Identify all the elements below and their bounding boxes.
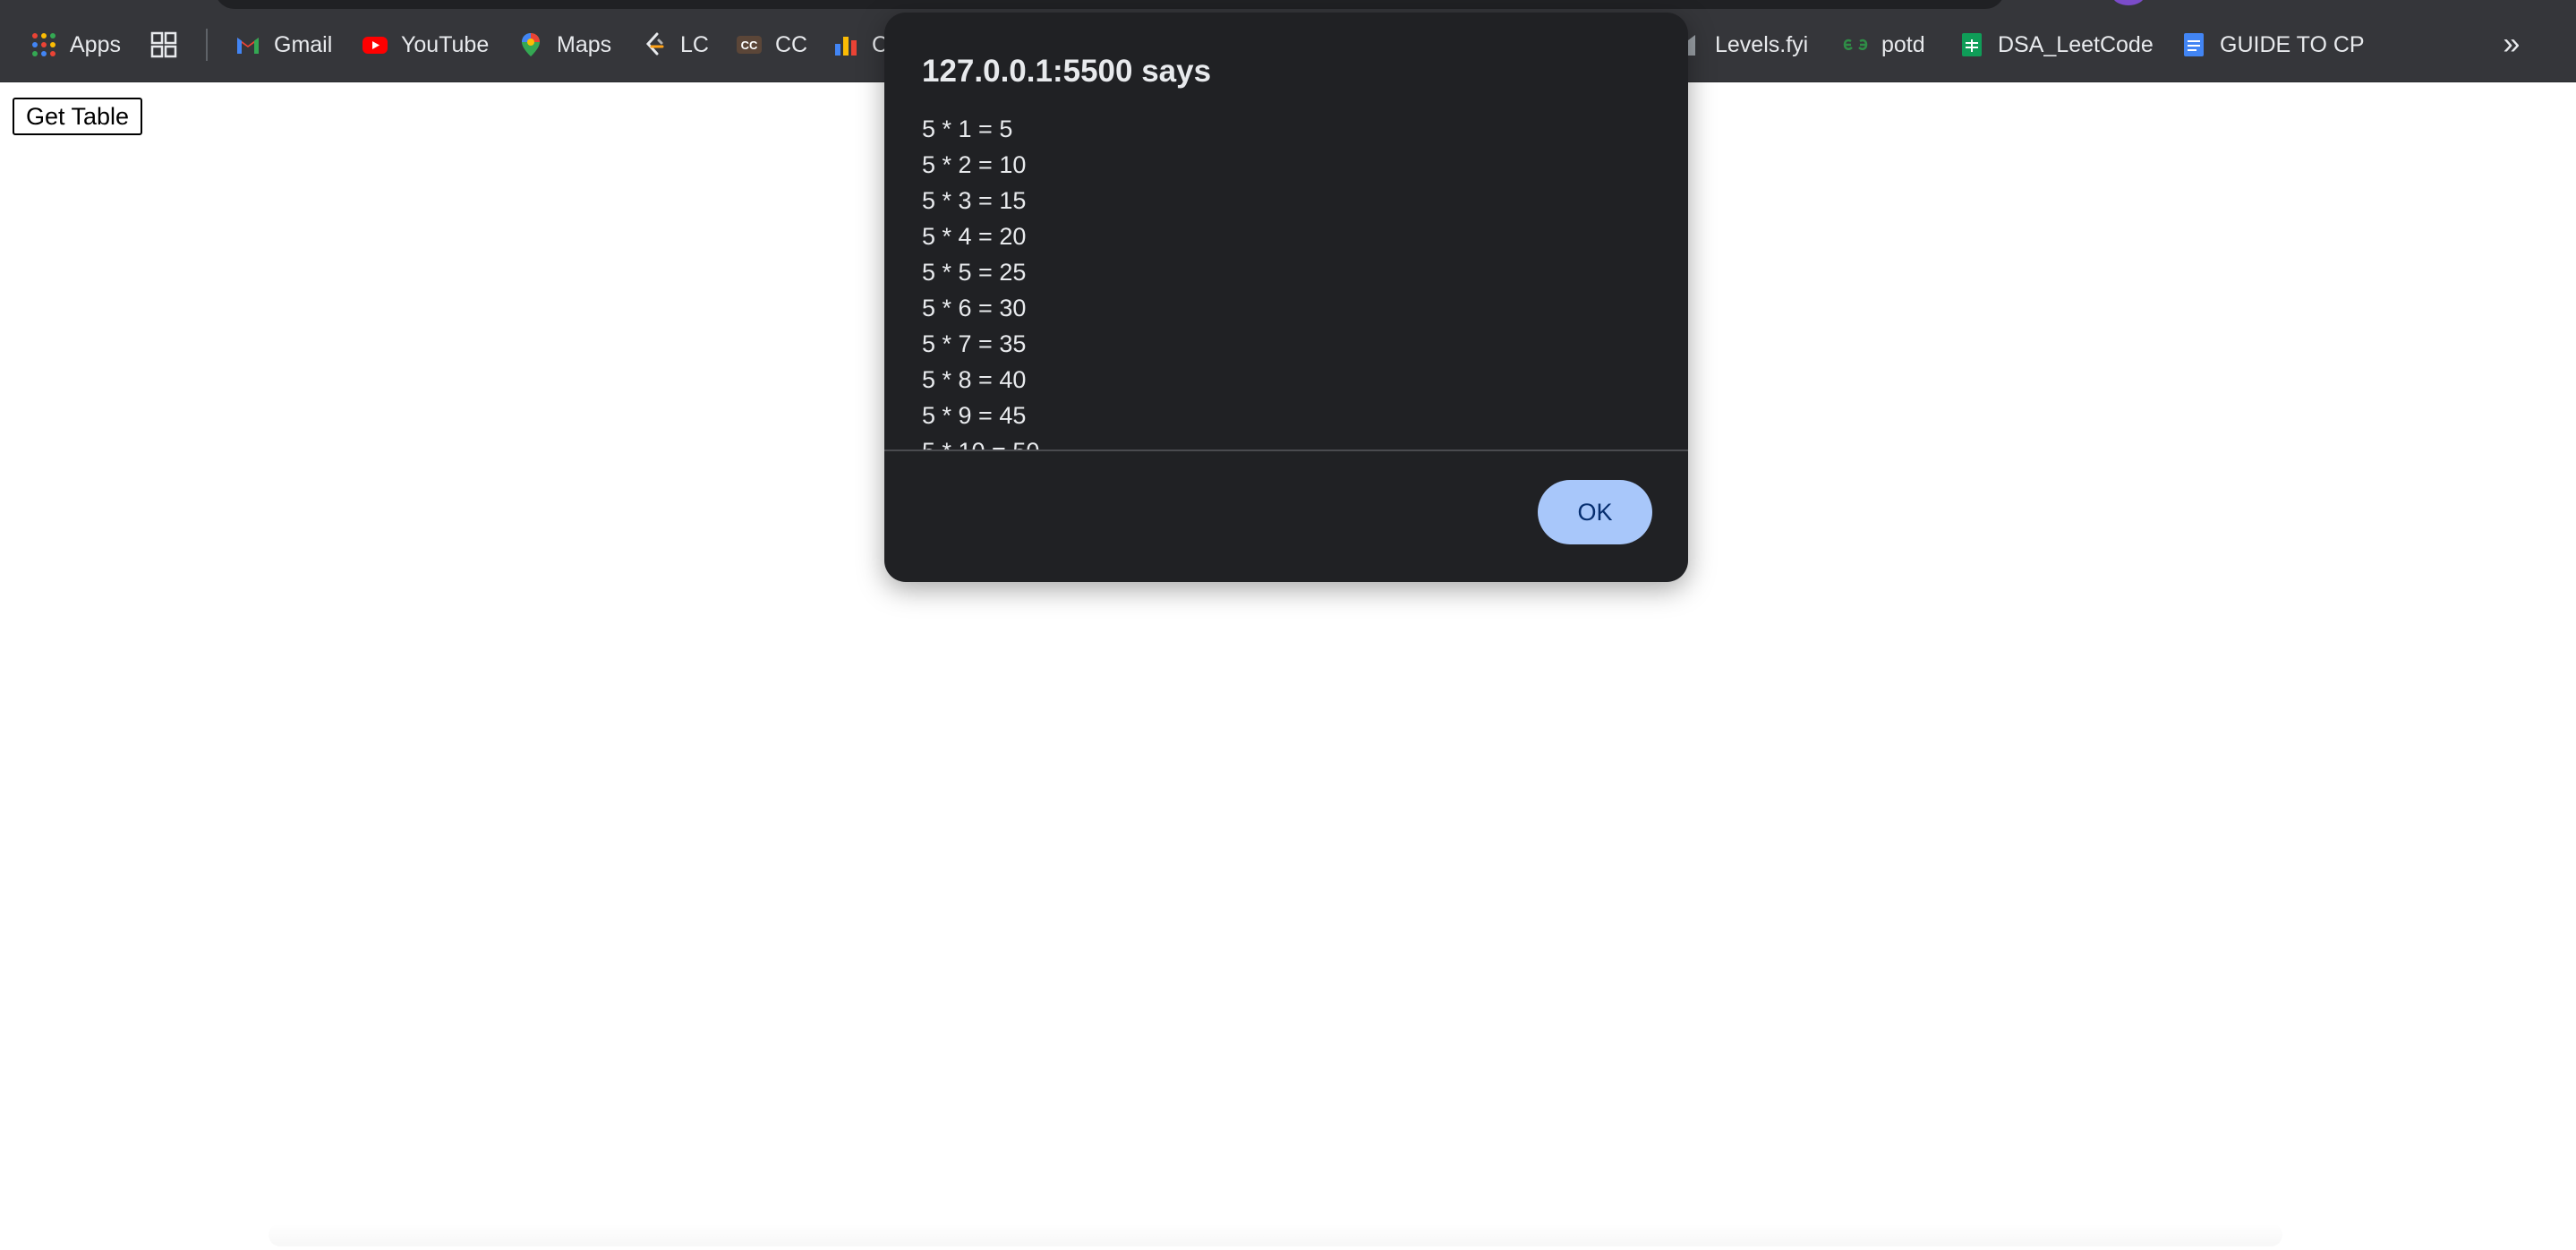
bookmark-cc[interactable]: CC CC bbox=[736, 27, 807, 63]
dialog-line: 5 * 3 = 15 bbox=[922, 187, 1027, 214]
dialog-line: 5 * 10 = 50 bbox=[922, 433, 1656, 449]
youtube-icon bbox=[362, 31, 388, 58]
bookmark-label: potd bbox=[1881, 31, 1925, 57]
gfg-icon bbox=[1842, 31, 1869, 58]
dialog-line: 5 * 4 = 20 bbox=[922, 223, 1027, 250]
dialog-title: 127.0.0.1:5500 says bbox=[922, 54, 1212, 89]
alert-dialog: 127.0.0.1:5500 says 5 * 1 = 5 5 * 2 = 10… bbox=[884, 13, 1688, 582]
dialog-line: 5 * 8 = 40 bbox=[922, 366, 1027, 393]
dialog-line: 5 * 2 = 10 bbox=[922, 151, 1027, 178]
gmail-icon bbox=[235, 31, 261, 58]
bookmark-tab-groups[interactable] bbox=[150, 27, 190, 63]
bookmark-label: YouTube bbox=[401, 31, 490, 57]
dialog-line: 5 * 5 = 25 bbox=[922, 259, 1027, 286]
bookmark-label: CC bbox=[775, 31, 808, 57]
bookmarks-separator bbox=[206, 29, 208, 61]
svg-text:CC: CC bbox=[741, 39, 758, 52]
bookmark-dsa-leetcode[interactable]: DSA_LeetCode bbox=[1958, 27, 2154, 63]
dialog-line: 5 * 6 = 30 bbox=[922, 295, 1027, 321]
bookmark-label: Maps bbox=[557, 31, 612, 57]
bookmark-partial[interactable]: C bbox=[832, 27, 888, 63]
bookmark-maps[interactable]: Maps bbox=[517, 27, 611, 63]
bookmark-levels[interactable]: Levels.fyi bbox=[1676, 27, 1808, 63]
bookmark-label: Gmail bbox=[274, 31, 333, 57]
bookmark-label: Apps bbox=[70, 31, 121, 57]
ok-button[interactable]: OK bbox=[1538, 480, 1652, 544]
apps-grid-icon bbox=[30, 31, 57, 58]
bookmark-potd[interactable]: potd bbox=[1842, 27, 1925, 63]
leetcode-icon bbox=[641, 31, 668, 58]
dialog-line: 5 * 1 = 5 bbox=[922, 116, 1013, 142]
bookmark-gmail[interactable]: Gmail bbox=[235, 27, 332, 63]
bookmark-lc[interactable]: LC bbox=[641, 27, 709, 63]
dialog-message: 5 * 1 = 5 5 * 2 = 10 5 * 3 = 15 5 * 4 = … bbox=[922, 111, 1656, 449]
bookmark-label: LC bbox=[680, 31, 709, 57]
sheets-icon bbox=[1958, 31, 1985, 58]
docs-icon bbox=[2180, 31, 2207, 58]
maps-pin-icon bbox=[517, 31, 544, 58]
dialog-divider bbox=[884, 449, 1688, 451]
bookmark-apps[interactable]: Apps bbox=[30, 27, 121, 63]
page-shadow bbox=[269, 1223, 2282, 1246]
bookmark-label: GUIDE TO CP bbox=[2220, 31, 2365, 57]
dialog-line: 5 * 9 = 45 bbox=[922, 402, 1027, 429]
bookmark-youtube[interactable]: YouTube bbox=[362, 27, 489, 63]
bookmark-label: DSA_LeetCode bbox=[1998, 31, 2154, 57]
bar-chart-icon bbox=[832, 31, 859, 58]
chevron-double-right-icon[interactable]: » bbox=[2494, 27, 2529, 63]
bookmark-guide-to-cp[interactable]: GUIDE TO CP bbox=[2180, 27, 2365, 63]
get-table-button[interactable]: Get Table bbox=[13, 98, 142, 135]
bookmark-label: Levels.fyi bbox=[1715, 31, 1809, 57]
tab-groups-icon bbox=[150, 31, 177, 58]
dialog-line: 5 * 7 = 35 bbox=[922, 330, 1027, 357]
codechef-icon: CC bbox=[736, 31, 763, 58]
